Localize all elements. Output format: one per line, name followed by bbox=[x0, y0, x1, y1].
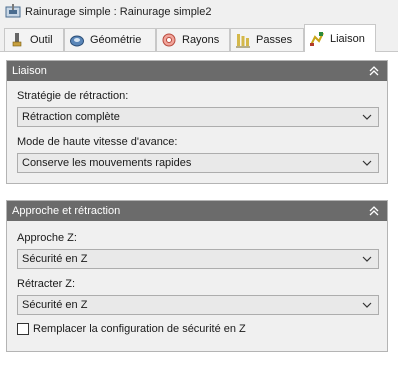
tab-geometrie-label: Géométrie bbox=[90, 34, 142, 46]
window-title: Rainurage simple : Rainurage simple2 bbox=[25, 6, 212, 18]
approach-group-header[interactable]: Approche et rétraction bbox=[7, 201, 387, 221]
tab-bar: Outil Géométrie Rayons Passes Liaison bbox=[0, 24, 398, 52]
liaison-group: Liaison Stratégie de rétraction: Rétract… bbox=[6, 60, 388, 184]
linking-icon bbox=[310, 31, 324, 46]
collapse-icon[interactable] bbox=[367, 64, 381, 78]
retract-z-value: Sécurité en Z bbox=[22, 299, 88, 311]
collapse-icon[interactable] bbox=[367, 204, 381, 218]
approach-retract-group: Approche et rétraction Approche Z: Sécur… bbox=[6, 200, 388, 352]
retraction-strategy-label: Stratégie de rétraction: bbox=[17, 90, 129, 102]
geometry-icon bbox=[70, 35, 84, 47]
tab-rayons-label: Rayons bbox=[182, 34, 220, 46]
liaison-group-header[interactable]: Liaison bbox=[7, 61, 387, 81]
approach-z-select[interactable]: Sécurité en Z bbox=[17, 249, 379, 269]
override-safe-z-checkbox[interactable] bbox=[17, 323, 29, 335]
approach-group-title: Approche et rétraction bbox=[12, 205, 121, 217]
retract-z-label: Rétracter Z: bbox=[17, 278, 76, 290]
feed-mode-value: Conserve les mouvements rapides bbox=[22, 157, 192, 169]
radii-icon bbox=[162, 33, 176, 47]
override-safe-z-label: Remplacer la configuration de sécurité e… bbox=[33, 323, 246, 335]
feed-mode-label: Mode de haute vitesse d'avance: bbox=[17, 136, 178, 148]
window-titlebar: Rainurage simple : Rainurage simple2 bbox=[0, 0, 398, 24]
passes-icon bbox=[236, 34, 250, 48]
retraction-strategy-select[interactable]: Rétraction complète bbox=[17, 107, 379, 127]
retract-z-select[interactable]: Sécurité en Z bbox=[17, 295, 379, 315]
tab-outil[interactable]: Outil bbox=[4, 28, 64, 51]
chevron-down-icon bbox=[362, 114, 372, 120]
chevron-down-icon bbox=[362, 160, 372, 166]
slot-milling-icon bbox=[5, 4, 21, 18]
chevron-down-icon bbox=[362, 256, 372, 262]
approach-z-label: Approche Z: bbox=[17, 232, 77, 244]
approach-z-value: Sécurité en Z bbox=[22, 253, 88, 265]
liaison-group-title: Liaison bbox=[12, 65, 47, 77]
tab-geometrie[interactable]: Géométrie bbox=[64, 28, 156, 51]
tool-icon bbox=[12, 33, 22, 47]
tab-liaison-label: Liaison bbox=[330, 32, 365, 45]
tab-passes[interactable]: Passes bbox=[230, 28, 304, 51]
override-safe-z-row[interactable]: Remplacer la configuration de sécurité e… bbox=[17, 323, 246, 335]
retraction-strategy-value: Rétraction complète bbox=[22, 111, 120, 123]
tab-liaison[interactable]: Liaison bbox=[304, 24, 376, 52]
tab-rayons[interactable]: Rayons bbox=[156, 28, 230, 51]
feed-mode-select[interactable]: Conserve les mouvements rapides bbox=[17, 153, 379, 173]
chevron-down-icon bbox=[362, 302, 372, 308]
tab-content: Liaison Stratégie de rétraction: Rétract… bbox=[0, 52, 398, 367]
tab-passes-label: Passes bbox=[256, 34, 293, 46]
tab-outil-label: Outil bbox=[30, 34, 53, 46]
